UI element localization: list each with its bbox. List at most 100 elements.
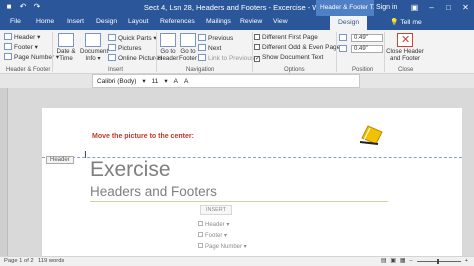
group-separator [252, 32, 253, 72]
footer-from-bottom-input[interactable]: 0.49" [351, 45, 383, 54]
different-first-page-checkbox[interactable]: Different First Page [254, 34, 318, 41]
group-label-position: Position [352, 67, 374, 73]
header-tag: Header [46, 156, 74, 164]
link-to-previous-button[interactable]: Link to Previous [198, 54, 254, 62]
footer-position-icon [339, 45, 347, 52]
goto-footer-icon [180, 33, 196, 47]
date-time-button[interactable]: Date & Time [54, 33, 78, 62]
maximize-icon[interactable]: □ [442, 2, 455, 13]
vertical-ruler [0, 88, 8, 256]
checkbox-icon [254, 44, 260, 50]
document-subtitle[interactable]: Headers and Footers [90, 184, 217, 199]
different-odd-even-checkbox[interactable]: Different Odd & Even Pages [254, 44, 344, 51]
header-dropdown[interactable]: Header ▾ [4, 33, 40, 41]
grow-font-icon[interactable]: A [174, 78, 178, 85]
header-icon [4, 33, 12, 40]
ribbon: Header ▾ Footer ▾ Page Number ▾ Header &… [0, 30, 474, 74]
footer-from-bottom: 0.49" [339, 45, 383, 54]
checked-icon: ✓ [254, 56, 261, 62]
tab-home[interactable]: Home [36, 18, 54, 25]
sign-in-link[interactable]: Sign in [376, 4, 397, 11]
tab-view[interactable]: View [273, 18, 288, 25]
show-document-text-checkbox[interactable]: ✓ Show Document Text [254, 54, 323, 62]
calendar-icon [58, 33, 74, 47]
close-header-footer-label: Close Header and Footer [386, 48, 424, 62]
tab-header-footer-design[interactable]: Design [330, 16, 368, 30]
tell-me-label: Tell me [400, 19, 422, 26]
popup-footer-label: Footer ▾ [205, 233, 228, 239]
document-title[interactable]: Exercise [90, 158, 171, 182]
online-pictures-button[interactable]: Online Pictures [108, 54, 162, 62]
header-label: Header ▾ [14, 34, 41, 41]
tab-insert[interactable]: Insert [67, 18, 84, 25]
book-logo-image[interactable] [356, 120, 386, 146]
quick-parts-label: Quick Parts ▾ [118, 35, 157, 42]
popup-header-item[interactable]: Header ▾ [198, 221, 229, 228]
footer-dropdown[interactable]: Footer ▾ [4, 43, 38, 51]
previous-button[interactable]: Previous [198, 34, 233, 42]
pictures-button[interactable]: Pictures [108, 44, 141, 52]
font-name-select[interactable]: Calibri (Body) [97, 78, 136, 85]
group-label-navigation: Navigation [186, 67, 215, 73]
tab-layout[interactable]: Layout [128, 18, 148, 25]
group-label-options: Options [284, 67, 305, 73]
word-count[interactable]: 119 words [38, 258, 64, 264]
checkbox-icon [254, 34, 260, 40]
document-info-icon [85, 33, 101, 47]
document-info-button[interactable]: Document Info ▾ [80, 33, 108, 62]
page-number-icon [4, 53, 12, 60]
quick-parts-dropdown[interactable]: Quick Parts ▾ [108, 34, 157, 42]
tab-mailings[interactable]: Mailings [206, 18, 231, 25]
group-separator [52, 32, 53, 72]
next-label: Next [208, 45, 222, 52]
insert-popup: INSERT Header ▾ Footer ▾ Page Number ▾ [198, 205, 270, 255]
goto-footer-button[interactable]: Go to Footer [178, 33, 198, 62]
pictures-icon [108, 44, 116, 51]
group-separator [384, 32, 385, 72]
goto-header-button[interactable]: Go to Header [158, 33, 178, 62]
insert-popup-title: INSERT [200, 205, 232, 215]
page-count[interactable]: Page 1 of 2 [4, 258, 34, 264]
group-separator [156, 32, 157, 72]
goto-header-label: Go to Header [158, 48, 179, 62]
header-from-top: 0.49" [339, 34, 383, 43]
tab-references[interactable]: References [160, 18, 195, 25]
shrink-font-icon[interactable]: A [184, 78, 188, 85]
tell-me-box[interactable]: 💡 Tell me [390, 18, 422, 26]
zoom-slider[interactable] [416, 258, 461, 264]
zoom-out-icon[interactable]: – [409, 258, 412, 264]
read-mode-icon[interactable]: ▤ [381, 258, 386, 264]
footer-icon [4, 43, 12, 50]
tab-review[interactable]: Review [240, 18, 262, 25]
close-header-footer-button[interactable]: Close Header and Footer [386, 33, 424, 62]
title-underline [90, 201, 388, 202]
page-number-dropdown[interactable]: Page Number ▾ [4, 53, 59, 61]
group-label-insert: Insert [108, 67, 124, 73]
header-from-top-input[interactable]: 0.49" [351, 34, 383, 43]
minimize-icon[interactable]: – [425, 2, 438, 13]
font-size-select[interactable]: 11 [152, 78, 159, 85]
dropdown-arrow-icon[interactable]: ▾ [164, 77, 167, 85]
previous-label: Previous [208, 35, 234, 42]
text-cursor-icon: I [84, 150, 87, 161]
format-toolbar: Calibri (Body) ▾ 11 ▾ A A [92, 74, 360, 88]
popup-footer-item[interactable]: Footer ▾ [198, 232, 227, 239]
print-layout-icon[interactable]: ▣ [390, 258, 395, 264]
group-label-header-footer: Header & Footer [6, 67, 51, 73]
tab-file[interactable]: File [10, 18, 21, 25]
pictures-label: Pictures [118, 45, 142, 52]
lightbulb-icon: 💡 [390, 19, 399, 26]
link-icon [198, 54, 206, 61]
tab-design[interactable]: Design [96, 18, 117, 25]
close-window-icon[interactable]: ✕ [459, 2, 472, 13]
header-icon [198, 221, 203, 226]
ribbon-options-icon[interactable]: ▣ [408, 2, 421, 13]
popup-page-number-item[interactable]: Page Number ▾ [198, 243, 247, 250]
zoom-in-icon[interactable]: + [465, 258, 468, 264]
date-time-label: Date & Time [56, 48, 76, 62]
show-document-text-label: Show Document Text [262, 54, 324, 61]
next-button[interactable]: Next [198, 44, 221, 52]
dropdown-arrow-icon[interactable]: ▾ [142, 77, 145, 85]
footer-icon [198, 232, 203, 237]
web-layout-icon[interactable]: ▦ [400, 258, 405, 264]
